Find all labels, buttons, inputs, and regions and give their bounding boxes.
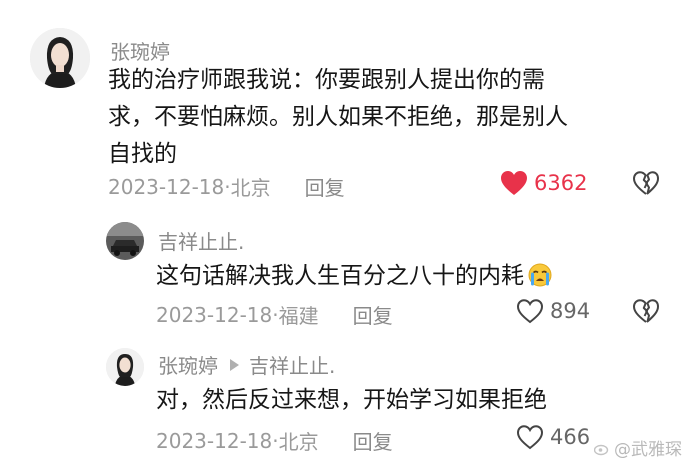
comment-date: 2023-12-18 (156, 428, 273, 453)
reply-button[interactable]: 回复 (353, 426, 393, 455)
comment-meta: 2023-12-18 · 北京 回复 (108, 172, 345, 201)
like-count: 466 (550, 425, 591, 449)
comment-location: 福建 (278, 304, 319, 328)
crying-face-icon (528, 262, 552, 287)
like-button[interactable]: 6362 (500, 170, 587, 196)
comment-text: 这句话解决我人生百分之八十的内耗 (156, 258, 656, 295)
reply-button[interactable]: 回复 (353, 300, 393, 329)
avatar[interactable] (30, 28, 90, 88)
username[interactable]: 张琬婷 (110, 36, 170, 65)
comment-text: 我的治疗师跟我说：你要跟别人提出你的需 求，不要怕麻烦。别人如果不拒绝，那是别人… (108, 62, 668, 173)
comment-line: 对，然后反过来想，开始学习如果拒绝 (156, 387, 547, 413)
like-count: 6362 (534, 171, 588, 195)
comment-3: 张琬婷 吉祥止止. 对，然后反过来想，开始学习如果拒绝 2023-12-18 ·… (0, 340, 690, 466)
dislike-button[interactable] (632, 298, 660, 328)
watermark-text: @武雅琛 (614, 440, 682, 460)
comment-line: 自找的 (108, 141, 177, 167)
reply-button[interactable]: 回复 (305, 172, 345, 201)
username: 张琬婷 吉祥止止. (158, 350, 335, 379)
comment-location: 北京 (230, 176, 271, 200)
comment-date: 2023-12-18 (108, 174, 225, 199)
comment-meta: 2023-12-18 · 福建 回复 (156, 300, 393, 329)
avatar[interactable] (106, 222, 144, 260)
broken-heart-icon (633, 171, 659, 195)
watermark: @武雅琛 (594, 435, 682, 460)
broken-heart-icon (633, 299, 659, 323)
avatar[interactable] (106, 348, 144, 386)
comment-location: 北京 (278, 430, 319, 454)
like-count: 894 (550, 299, 591, 323)
avatar-portrait-icon (106, 348, 144, 386)
avatar-car-icon (106, 222, 144, 260)
heart-outline-icon (516, 425, 544, 450)
username[interactable]: 吉祥止止. (158, 226, 244, 255)
dislike-button[interactable] (632, 170, 660, 200)
reply-to-user[interactable]: 吉祥止止. (249, 350, 335, 379)
comment-text: 对，然后反过来想，开始学习如果拒绝 (156, 382, 656, 419)
comment-meta: 2023-12-18 · 北京 回复 (156, 426, 393, 455)
comment-line: 求，不要怕麻烦。别人如果不拒绝，那是别人 (108, 104, 568, 130)
comment-2: 吉祥止止. 这句话解决我人生百分之八十的内耗 2023-12-18 · 福建 回… (0, 210, 690, 340)
comment-date: 2023-12-18 (156, 302, 273, 327)
comment-1: 张琬婷 我的治疗师跟我说：你要跟别人提出你的需 求，不要怕麻烦。别人如果不拒绝，… (0, 0, 690, 210)
heart-filled-icon (501, 171, 527, 195)
weibo-logo-icon (594, 444, 609, 455)
reply-author[interactable]: 张琬婷 (158, 350, 218, 379)
comment-line: 这句话解决我人生百分之八十的内耗 (156, 263, 524, 289)
reply-arrow-icon (230, 358, 239, 371)
like-button[interactable]: 466 (516, 424, 590, 450)
avatar-portrait-icon (30, 28, 90, 88)
heart-outline-icon (516, 299, 544, 324)
like-button[interactable]: 894 (516, 298, 590, 324)
comment-line: 我的治疗师跟我说：你要跟别人提出你的需 (108, 67, 545, 93)
